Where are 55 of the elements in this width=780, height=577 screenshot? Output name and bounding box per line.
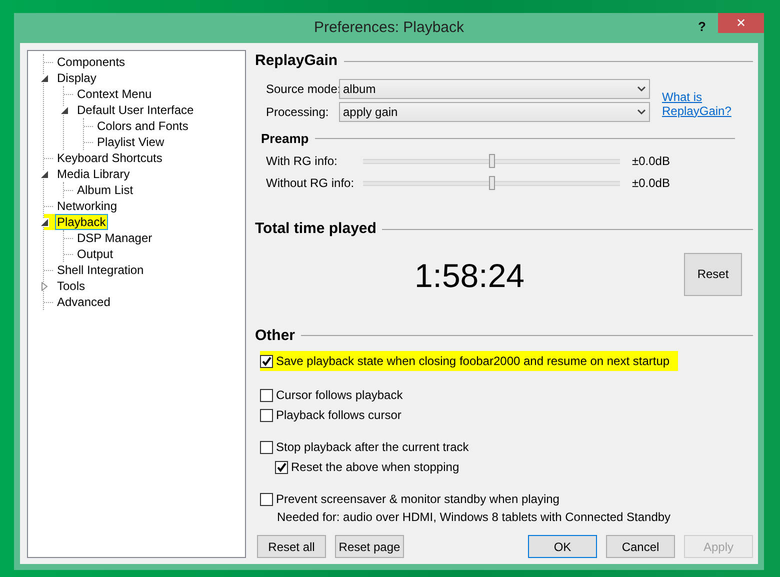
section-heading: ReplayGain [255, 51, 338, 71]
tree-item[interactable]: Album List [75, 182, 136, 198]
expanded-triangle-icon[interactable] [40, 218, 49, 226]
tree-item[interactable]: Networking [55, 198, 120, 214]
section-heading: Other [255, 326, 296, 346]
checkbox-label: Stop playback after the current track [276, 439, 469, 456]
slider-label: With RG info: [266, 153, 338, 170]
field-label: Processing: [266, 104, 330, 121]
tree-item[interactable]: Colors and Fonts [95, 118, 190, 134]
tree-item[interactable]: Playlist View [95, 134, 166, 150]
dialog-button[interactable]: Reset all [257, 535, 326, 558]
tree-item[interactable]: Components [55, 54, 128, 70]
checkbox[interactable] [260, 408, 273, 422]
slider-reading: ±0.0dB [632, 153, 670, 170]
slider-label: Without RG info: [266, 175, 356, 192]
ok-button[interactable]: OK [528, 535, 597, 558]
tree-item[interactable]: Context Menu [75, 86, 154, 102]
reset-button[interactable]: Reset [684, 252, 742, 296]
slider-reading: ±0.0dB [632, 175, 670, 192]
section-heading: Preamp [261, 130, 309, 148]
close-button[interactable]: ✕ [718, 13, 764, 33]
tree-item[interactable]: Keyboard Shortcuts [55, 150, 164, 166]
field-label: Source mode: [266, 81, 339, 98]
collapsed-triangle-icon[interactable] [40, 282, 49, 290]
chevron-down-icon[interactable] [637, 86, 646, 92]
checkbox-label: Prevent screensaver & monitor standby when playing [276, 491, 560, 508]
dialog-button[interactable]: Cancel [606, 535, 675, 558]
window-title: Preferences: Playback [314, 18, 464, 38]
dropdown[interactable]: album [339, 79, 650, 99]
help-button[interactable]: ? [698, 17, 706, 36]
checkbox-label: Save playback state when closing foobar2000 and resume on next startup [276, 353, 670, 370]
note-text: Needed for: audio over HDMI, Windows 8 tablets with Connected Standby [276, 509, 672, 526]
time-display: 1:58:24 [413, 256, 526, 296]
tree-item[interactable]: DSP Manager [75, 230, 154, 246]
slider-thumb[interactable] [488, 154, 494, 168]
help-link[interactable]: What is ReplayGain? [662, 90, 732, 118]
tree-item[interactable]: Shell Integration [55, 262, 146, 278]
checkbox-label: Cursor follows playback [276, 387, 403, 404]
dialog-button[interactable]: Reset page [335, 535, 404, 558]
tree-item[interactable]: Playback [55, 214, 108, 230]
chevron-down-icon[interactable] [637, 109, 646, 115]
dropdown[interactable]: apply gain [339, 102, 650, 122]
checkbox[interactable] [260, 492, 273, 506]
checkbox[interactable] [260, 440, 273, 454]
tree-item[interactable]: Default User Interface [75, 102, 196, 118]
checkbox[interactable] [260, 388, 273, 402]
section-heading: Total time played [255, 219, 376, 239]
slider-thumb[interactable] [488, 176, 494, 190]
tree-item[interactable]: Display [55, 70, 98, 86]
tree-item[interactable]: Advanced [55, 294, 112, 310]
checkbox-label: Reset the above when stopping [291, 459, 460, 476]
checkbox-label: Playback follows cursor [276, 407, 402, 424]
tree-item[interactable]: Output [75, 246, 116, 262]
tree-item[interactable]: Media Library [55, 166, 132, 182]
tree-item[interactable]: Tools [55, 278, 88, 294]
